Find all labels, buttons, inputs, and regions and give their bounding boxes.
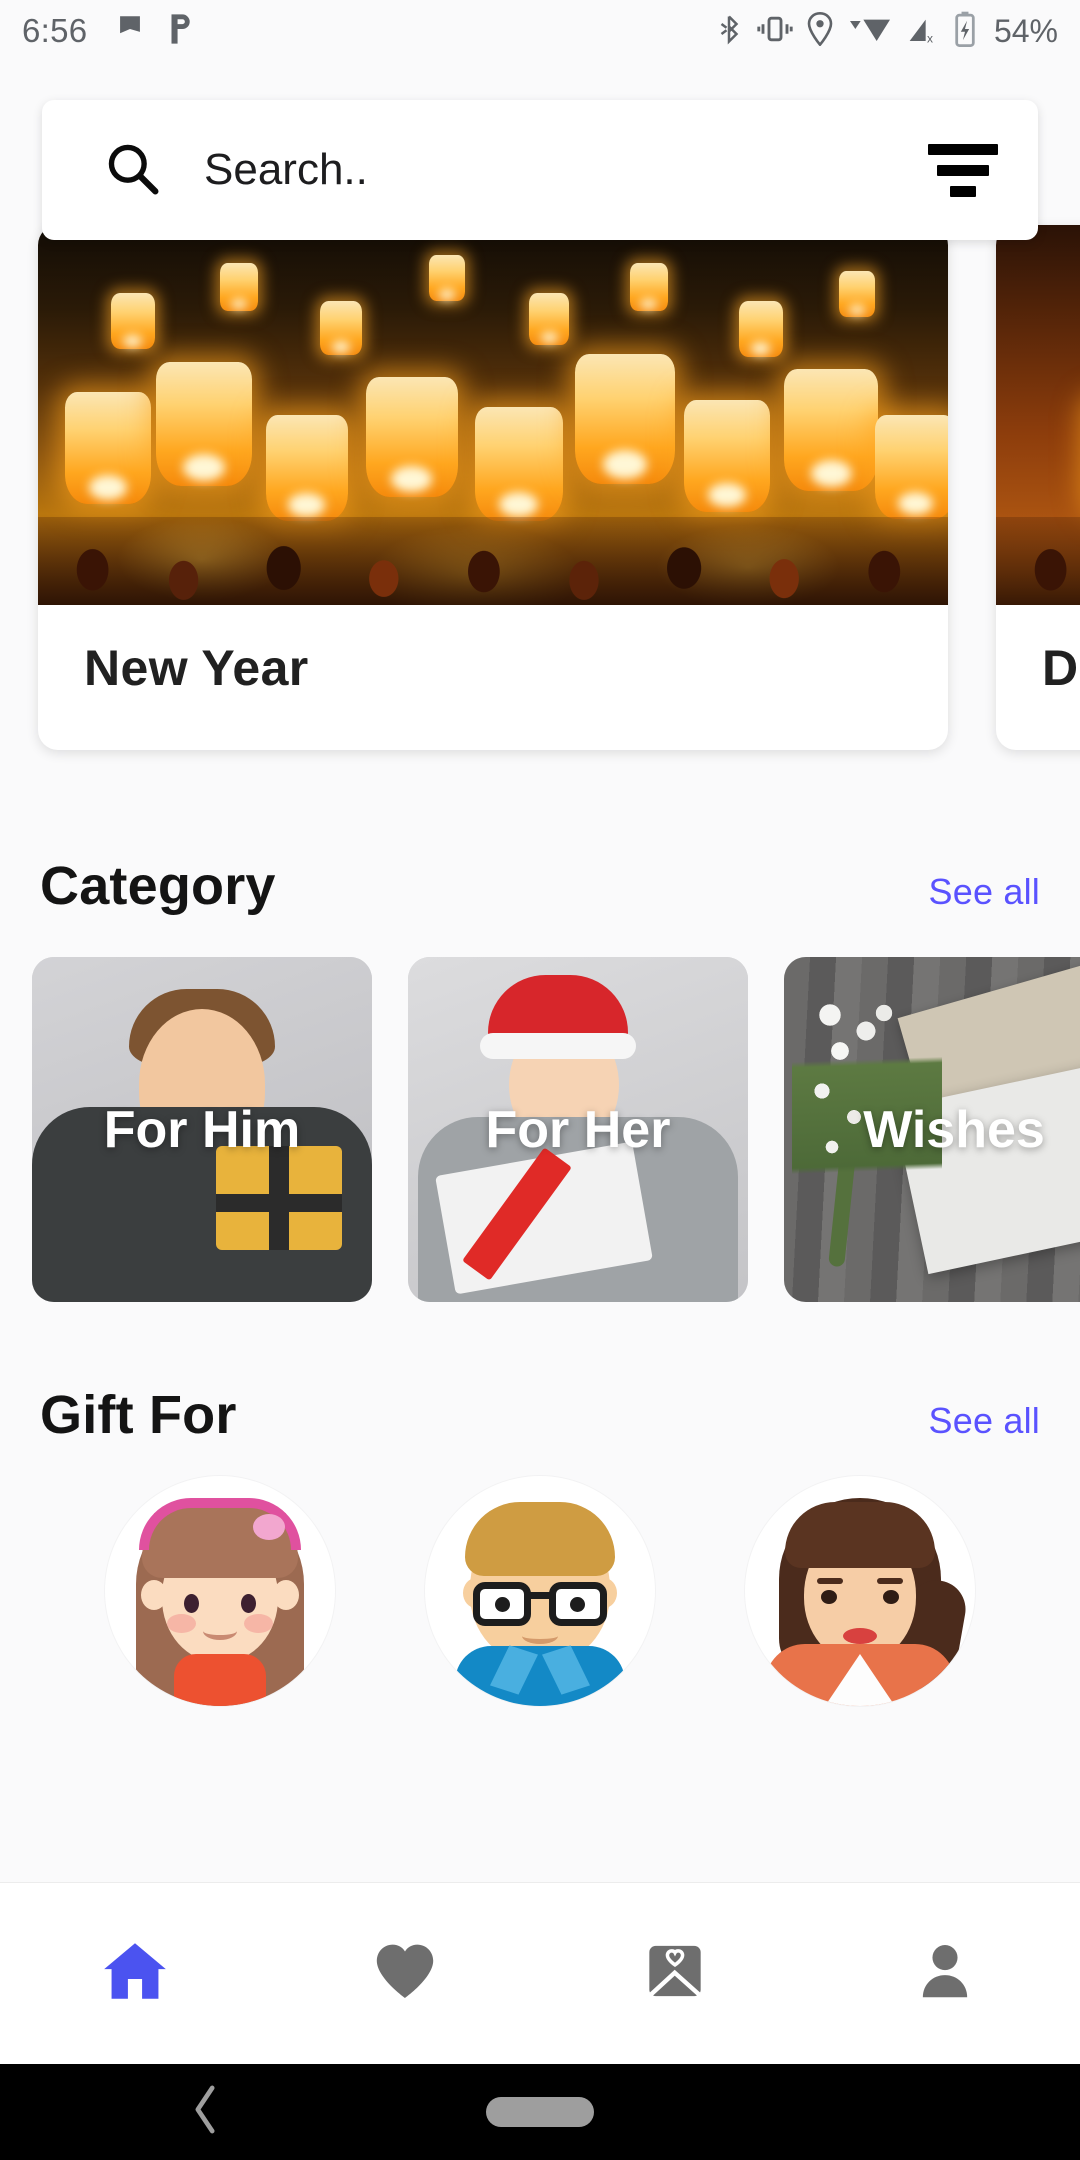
status-right-icons: x 54%: [714, 11, 1058, 52]
wifi-icon: [847, 13, 893, 50]
gift-for-item[interactable]: [380, 1476, 700, 1706]
category-card-for-him[interactable]: For Him: [32, 957, 372, 1302]
banner-card[interactable]: D: [996, 225, 1080, 750]
battery-percent: 54%: [993, 12, 1058, 49]
banner-image-new-year: [38, 225, 948, 605]
category-card-wishes[interactable]: Wishes: [784, 957, 1080, 1302]
gift-for-item[interactable]: [60, 1476, 380, 1706]
heart-icon: [369, 1935, 441, 2012]
filter-icon[interactable]: [928, 143, 998, 197]
nav-item-messages[interactable]: [540, 1936, 810, 2011]
person-icon: [910, 1936, 980, 2011]
flag-icon: [113, 12, 147, 51]
boy-avatar[interactable]: [425, 1476, 655, 1706]
banner-title: D: [1042, 640, 1079, 696]
section-title: Gift For: [40, 1385, 237, 1445]
app-screen: 6:56 x 54% Search.. New Year D Category …: [0, 0, 1080, 2160]
p-logo-icon: [165, 12, 195, 51]
banner-title: New Year: [84, 640, 309, 696]
android-navigation-bar: [0, 2064, 1080, 2160]
woman-avatar[interactable]: [745, 1476, 975, 1706]
nav-item-home[interactable]: [0, 1934, 270, 2013]
status-time: 6:56: [22, 12, 88, 49]
banner-image-diwali: [996, 225, 1080, 605]
gift-for-see-all-link[interactable]: See all: [929, 1400, 1040, 1442]
gift-for-section-header: Gift For See all: [0, 1384, 1080, 1446]
category-section-header: Category See all: [0, 855, 1080, 917]
page-title: Category: [40, 856, 276, 916]
svg-text:x: x: [927, 31, 933, 45]
gift-for-item[interactable]: [700, 1476, 1020, 1706]
status-bar: 6:56 x 54%: [0, 0, 1080, 62]
cellular-off-icon: x: [906, 13, 940, 50]
battery-charging-icon: [953, 11, 977, 52]
location-icon: [806, 11, 834, 51]
banner-card[interactable]: New Year: [38, 225, 948, 750]
bottom-navigation: [0, 1882, 1080, 2064]
search-icon: [104, 140, 160, 201]
category-see-all-link[interactable]: See all: [929, 871, 1040, 913]
home-icon: [98, 1934, 172, 2013]
main-content: New Year D Category See all For Him For …: [0, 225, 1080, 1882]
gift-for-list[interactable]: [0, 1476, 1080, 1706]
back-chevron-icon[interactable]: [188, 2083, 222, 2142]
category-label: For Her: [485, 1100, 671, 1159]
category-label: For Him: [103, 1100, 301, 1159]
search-bar[interactable]: Search..: [42, 100, 1038, 240]
envelope-heart-icon: [640, 1936, 710, 2011]
home-pill[interactable]: [486, 2097, 594, 2127]
nav-item-profile[interactable]: [810, 1936, 1080, 2011]
search-input[interactable]: Search..: [204, 145, 928, 195]
category-list[interactable]: For Him For Her Wishes: [0, 957, 1080, 1302]
status-left-icons: [113, 12, 195, 51]
nav-item-favorites[interactable]: [270, 1935, 540, 2012]
bluetooth-icon: [714, 12, 744, 51]
category-label: Wishes: [863, 1100, 1045, 1159]
vibrate-icon: [757, 13, 793, 50]
girl-avatar[interactable]: [105, 1476, 335, 1706]
banner-carousel[interactable]: New Year D: [0, 225, 1080, 780]
category-card-for-her[interactable]: For Her: [408, 957, 748, 1302]
